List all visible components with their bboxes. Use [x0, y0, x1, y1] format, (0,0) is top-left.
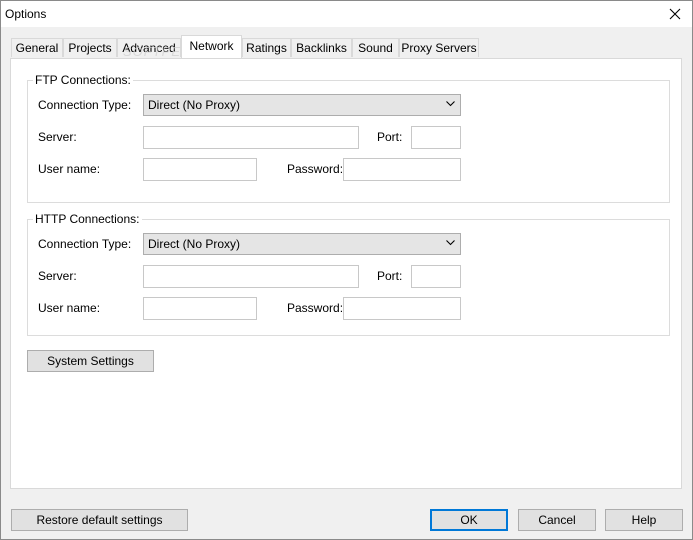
tab-projects[interactable]: Projects	[63, 38, 117, 57]
ftp-password-input[interactable]	[343, 158, 461, 181]
ftp-port-label: Port:	[377, 130, 403, 144]
close-icon	[669, 8, 681, 20]
tab-ratings[interactable]: Ratings	[242, 38, 291, 57]
window-title: Options	[5, 7, 47, 21]
network-panel: FTP Connections: Connection Type: Direct…	[10, 58, 682, 489]
ftp-connection-type-value: Direct (No Proxy)	[148, 98, 241, 112]
http-connection-type-select[interactable]: Direct (No Proxy)	[143, 233, 461, 255]
http-password-label: Password:	[287, 301, 344, 315]
ok-button[interactable]: OK	[430, 509, 508, 531]
tab-backlinks[interactable]: Backlinks	[291, 38, 352, 57]
cancel-button[interactable]: Cancel	[518, 509, 596, 531]
chevron-down-icon	[446, 240, 455, 246]
http-port-label: Port:	[377, 269, 403, 283]
ftp-group-legend: FTP Connections:	[33, 73, 133, 87]
tab-general[interactable]: General	[11, 38, 63, 57]
http-connections-group: HTTP Connections: Connection Type: Direc…	[27, 212, 670, 336]
title-bar: Options	[1, 1, 692, 27]
tab-proxy-servers[interactable]: Proxy Servers	[399, 38, 479, 57]
ftp-port-input[interactable]	[411, 126, 461, 149]
system-settings-button[interactable]: System Settings	[27, 350, 154, 372]
http-password-input[interactable]	[343, 297, 461, 320]
ftp-server-label: Server:	[38, 130, 77, 144]
help-button[interactable]: Help	[605, 509, 683, 531]
ftp-connections-group: FTP Connections: Connection Type: Direct…	[27, 73, 670, 203]
http-username-input[interactable]	[143, 297, 257, 320]
http-connection-type-value: Direct (No Proxy)	[148, 237, 241, 251]
ftp-connection-type-select[interactable]: Direct (No Proxy)	[143, 94, 461, 116]
close-button[interactable]	[658, 1, 692, 27]
http-server-input[interactable]	[143, 265, 359, 288]
http-username-label: User name:	[38, 301, 101, 315]
http-group-legend: HTTP Connections:	[33, 212, 142, 226]
options-window: Options General Projects Advanced Networ…	[0, 0, 693, 540]
ftp-password-label: Password:	[287, 162, 344, 176]
ftp-username-input[interactable]	[143, 158, 257, 181]
http-server-label: Server:	[38, 269, 77, 283]
ftp-username-label: User name:	[38, 162, 101, 176]
ftp-server-input[interactable]	[143, 126, 359, 149]
chevron-down-icon	[446, 101, 455, 107]
tab-sound[interactable]: Sound	[352, 38, 399, 57]
tab-network[interactable]: Network	[181, 35, 242, 58]
restore-defaults-button[interactable]: Restore default settings	[11, 509, 188, 531]
ftp-connection-type-label: Connection Type:	[38, 98, 132, 112]
http-connection-type-label: Connection Type:	[38, 237, 132, 251]
http-port-input[interactable]	[411, 265, 461, 288]
